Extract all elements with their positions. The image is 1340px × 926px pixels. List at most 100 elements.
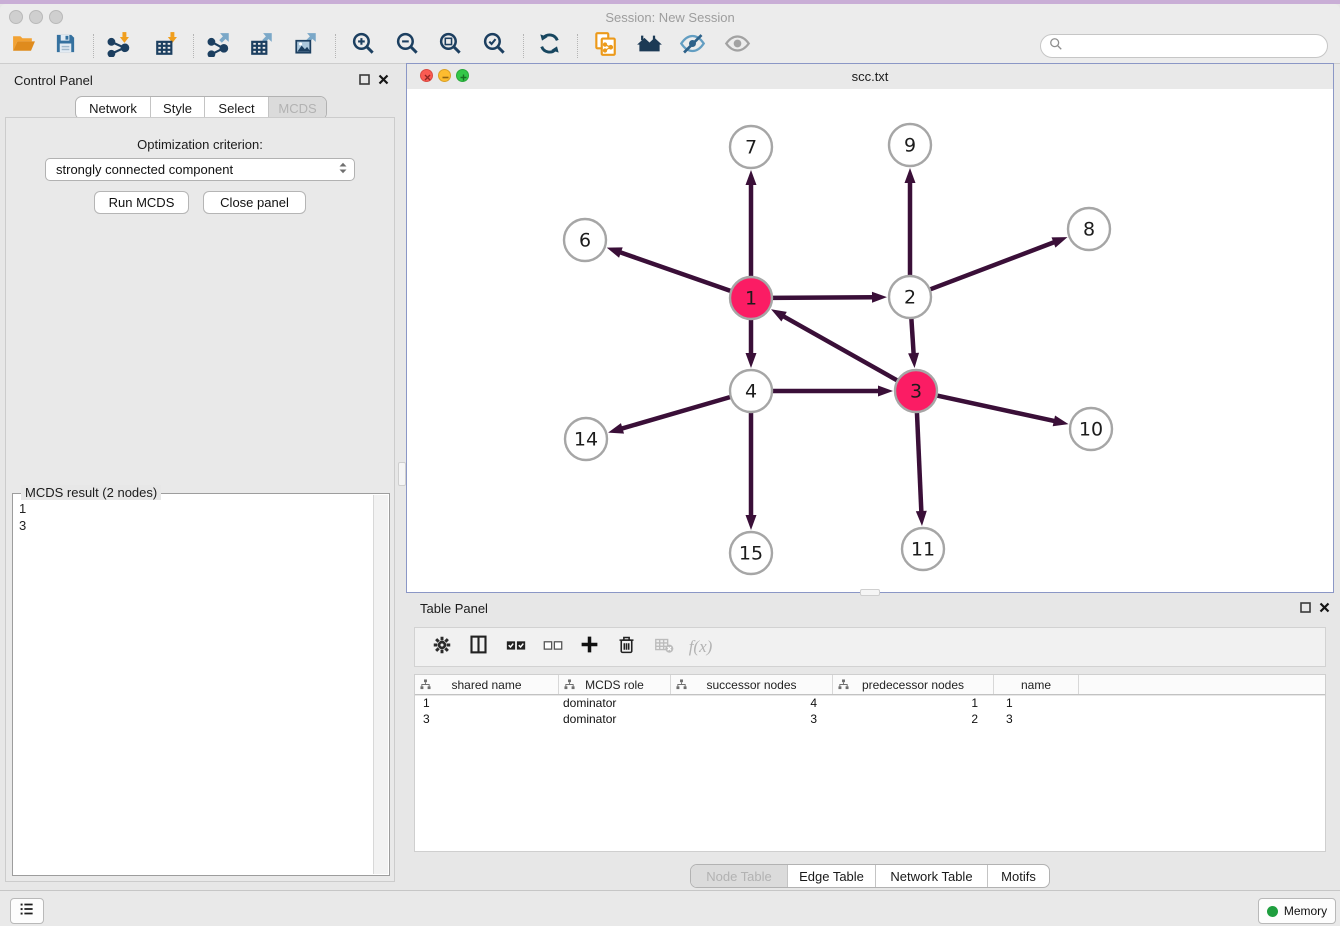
tab-network-table[interactable]: Network Table — [875, 865, 987, 887]
column-header-predecessor-nodes[interactable]: predecessor nodes — [833, 675, 994, 694]
column-header-mcds-role[interactable]: MCDS role — [559, 675, 671, 694]
deselect-all-button[interactable] — [534, 631, 571, 663]
table-panel-close-button[interactable] — [1318, 601, 1331, 619]
graph-edge-1-7[interactable] — [746, 170, 757, 277]
add-row-button[interactable] — [571, 631, 608, 663]
toolbar-separator — [193, 34, 194, 58]
graph-edge-2-3[interactable] — [908, 318, 919, 368]
cell-name: 3 — [994, 712, 1079, 726]
table-settings-button[interactable] — [423, 631, 460, 663]
graph-node-7[interactable]: 7 — [730, 126, 772, 168]
graph-node-9[interactable]: 9 — [889, 124, 931, 166]
result-scrollbar[interactable] — [373, 495, 388, 874]
graph-node-15[interactable]: 15 — [730, 532, 772, 574]
houses-icon — [636, 30, 663, 62]
first-neighbors-button[interactable] — [630, 31, 668, 61]
graph-node-1[interactable]: 1 — [730, 277, 772, 319]
import-table-button[interactable] — [148, 31, 186, 61]
table-row[interactable]: 3 dominator 3 2 3 — [415, 711, 1325, 727]
hide-selected-button[interactable] — [673, 31, 711, 61]
graph-node-6[interactable]: 6 — [564, 219, 606, 261]
export-image-button[interactable] — [287, 31, 325, 61]
show-all-button[interactable] — [718, 31, 756, 61]
node-table: shared name MCDS role successor nodes pr… — [414, 674, 1326, 852]
copy-network-icon — [592, 31, 618, 62]
graph-edge-2-9[interactable] — [905, 168, 916, 276]
show-columns-button[interactable] — [460, 631, 497, 663]
open-session-button[interactable] — [4, 31, 42, 61]
graph-node-8[interactable]: 8 — [1068, 208, 1110, 250]
tab-motifs[interactable]: Motifs — [987, 865, 1049, 887]
graph-edge-3-10[interactable] — [937, 395, 1069, 426]
tab-style[interactable]: Style — [150, 97, 204, 119]
tab-network[interactable]: Network — [76, 97, 150, 119]
delete-table-button — [645, 631, 682, 663]
network-canvas-svg: 7 9 6 8 1 2 4 3 14 10 15 11 — [407, 89, 1333, 592]
graph-node-14[interactable]: 14 — [565, 418, 607, 460]
search-field[interactable] — [1040, 34, 1328, 58]
cell-shared-name: 3 — [415, 712, 559, 726]
table-panel-float-button[interactable] — [1299, 601, 1312, 619]
control-panel-close-button[interactable] — [377, 73, 390, 91]
graph-edge-4-14[interactable] — [608, 397, 731, 434]
search-input[interactable] — [1069, 38, 1319, 55]
graph-edge-1-2[interactable] — [772, 292, 887, 303]
cell-shared-name: 1 — [415, 696, 559, 710]
memory-status-icon — [1267, 906, 1278, 917]
column-header-successor-nodes[interactable]: successor nodes — [671, 675, 833, 694]
eye-slash-icon — [679, 30, 706, 62]
network-canvas[interactable]: 7 9 6 8 1 2 4 3 14 10 15 11 — [407, 89, 1333, 592]
column-header-shared-name[interactable]: shared name — [415, 675, 559, 694]
zoom-in-button[interactable] — [344, 31, 382, 61]
graph-edge-3-1[interactable] — [771, 309, 898, 380]
mcds-result-lines: 13 — [19, 500, 26, 534]
graph-node-11[interactable]: 11 — [902, 528, 944, 570]
control-panel-float-button[interactable] — [358, 73, 371, 91]
clone-network-button[interactable] — [586, 31, 624, 61]
network-window: scc.txt 7 9 6 8 1 2 4 3 14 10 15 11 — [406, 63, 1334, 593]
table-row[interactable]: 1 dominator 4 1 1 — [415, 695, 1325, 711]
select-all-button[interactable] — [497, 631, 534, 663]
import-network-button[interactable] — [100, 31, 138, 61]
table-import-icon — [154, 31, 180, 62]
control-panel: Control Panel Network Style Select MCDS … — [0, 63, 400, 890]
export-table-button[interactable] — [243, 31, 281, 61]
graph-node-2[interactable]: 2 — [889, 276, 931, 318]
graph-edge-1-6[interactable] — [607, 247, 731, 291]
delete-row-button[interactable] — [608, 631, 645, 663]
graph-node-3[interactable]: 3 — [895, 370, 937, 412]
graph-node-label: 11 — [911, 539, 935, 561]
vertical-splitter-handle[interactable] — [398, 462, 406, 486]
run-mcds-button[interactable]: Run MCDS — [94, 191, 189, 214]
network-window-titlebar[interactable]: scc.txt — [407, 64, 1333, 90]
export-network-button[interactable] — [200, 31, 238, 61]
graph-node-label: 4 — [745, 381, 757, 403]
zoom-selected-button[interactable] — [475, 31, 513, 61]
folder-open-icon — [11, 31, 36, 61]
eye-icon — [724, 30, 751, 62]
memory-button[interactable]: Memory — [1258, 898, 1336, 924]
toolbar-separator — [335, 34, 336, 58]
apply-layout-button[interactable] — [530, 31, 568, 61]
graph-edge-4-15[interactable] — [746, 412, 757, 530]
tab-select[interactable]: Select — [204, 97, 268, 119]
save-session-button[interactable] — [46, 31, 84, 61]
graph-edge-2-8[interactable] — [930, 237, 1068, 289]
graph-edge-3-11[interactable] — [916, 412, 927, 526]
zoom-fit-button[interactable] — [431, 31, 469, 61]
graph-edge-4-3[interactable] — [772, 386, 893, 397]
close-panel-button[interactable]: Close panel — [203, 191, 306, 214]
graph-node-4[interactable]: 4 — [730, 370, 772, 412]
graph-edge-1-4[interactable] — [746, 319, 757, 368]
task-history-button[interactable] — [10, 898, 44, 924]
column-header-name[interactable]: name — [994, 675, 1079, 694]
table-export-icon — [249, 31, 275, 62]
gear-icon — [431, 634, 453, 661]
tab-node-table[interactable]: Node Table — [691, 865, 787, 887]
graph-node-10[interactable]: 10 — [1070, 408, 1112, 450]
tab-edge-table[interactable]: Edge Table — [787, 865, 875, 887]
column-label: name — [1021, 678, 1051, 692]
criterion-dropdown[interactable]: strongly connected component — [45, 158, 355, 181]
zoom-out-button[interactable] — [388, 31, 426, 61]
tab-mcds[interactable]: MCDS — [268, 97, 326, 119]
